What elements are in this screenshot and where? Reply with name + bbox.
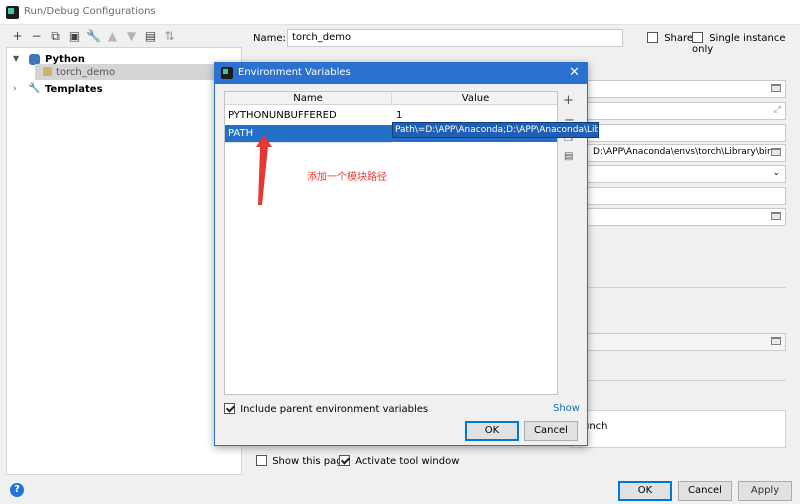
arrow-down-icon[interactable]: ▼ [122,29,141,43]
folder-icon[interactable] [771,84,781,92]
save-icon[interactable]: ▣ [65,29,84,43]
activate-option[interactable]: Activate tool window [339,455,459,467]
include-parent-checkbox[interactable] [224,403,235,414]
tree-config-label: torch_demo [56,67,116,78]
name-label: Name: [253,33,286,44]
add-icon[interactable]: + [563,93,574,108]
wrench-icon: 🔧 [28,83,41,94]
interpreter-options-field[interactable] [570,187,786,205]
single-instance-checkbox[interactable] [692,32,703,43]
tree-templates-label: Templates [45,84,103,95]
help-icon[interactable]: ? [10,483,24,497]
share-label: Share [664,32,694,44]
show-page-checkbox[interactable] [256,455,267,466]
activate-checkbox[interactable] [339,455,350,466]
chevron-right-icon[interactable]: › [13,84,17,94]
interpreter-path-value: D:\APP\Anaconda\envs\torch\Library\bin; [593,147,776,157]
interpreter-select[interactable]: ⌄ [570,165,786,183]
dialog-title-bar: Environment Variables ✕ [215,63,587,84]
name-input[interactable]: torch_demo [287,29,623,47]
sort-icon[interactable]: ⇅ [160,29,179,43]
copy-icon[interactable]: ⧉ [46,29,65,44]
chevron-down-icon[interactable]: ▼ [13,54,19,63]
paste-icon[interactable]: ▤ [564,151,573,162]
before-launch-list[interactable]: unch [570,410,786,448]
annotation-arrow [256,135,272,205]
share-option[interactable]: Share [647,32,693,44]
dialog-cancel-button[interactable]: Cancel [524,421,578,441]
single-instance-label: Single instance only [692,32,786,55]
section-divider [570,380,786,381]
folder-icon[interactable] [771,337,781,345]
interpreter-path-field[interactable]: D:\APP\Anaconda\envs\torch\Library\bin; [570,144,786,162]
env-vars-field[interactable] [570,124,786,142]
wrench-icon[interactable]: 🔧 [84,29,103,43]
app-icon [221,67,233,79]
run-debug-window: Run/Debug Configurations + − ⧉ ▣ 🔧 ▲ ▼ ▤ ⇅ ▼ Pyt… [0,0,800,504]
close-icon[interactable]: ✕ [569,65,580,80]
row-name: PYTHONUNBUFFERED [228,110,337,121]
dialog-title: Environment Variables [238,67,351,78]
dialog-ok-button[interactable]: OK [465,421,519,441]
docker-field[interactable] [570,333,786,351]
row-value: 1 [396,110,403,121]
config-toolbar: + − ⧉ ▣ 🔧 ▲ ▼ ▤ ⇅ [8,29,188,47]
script-path-field[interactable] [570,80,786,98]
annotation-text: 添加一个模块路径 [307,172,387,183]
share-checkbox[interactable] [647,32,658,43]
include-parent-option[interactable]: Include parent environment variables [224,403,428,415]
column-header-value[interactable]: Value [392,93,557,104]
arrow-up-icon[interactable]: ▲ [103,29,122,43]
working-dir-field[interactable] [570,208,786,226]
window-title-bar: Run/Debug Configurations [0,0,800,25]
name-input-value: torch_demo [292,32,352,43]
single-instance-option[interactable]: Single instance only [692,32,800,55]
plus-icon[interactable]: + [8,29,27,43]
show-page-option[interactable]: Show this page [256,455,349,467]
folder-icon[interactable] [771,148,781,156]
include-parent-label: Include parent environment variables [240,403,429,415]
python-file-icon [43,67,52,76]
column-header-name[interactable]: Name [225,93,392,104]
apply-button[interactable]: Apply [738,481,792,501]
env-vars-dialog: Environment Variables ✕ Name Value PYTHO… [214,62,599,446]
tree-node-templates[interactable]: › 🔧 Templates [11,82,231,98]
chevron-down-icon[interactable]: ⌄ [772,168,780,178]
activate-label: Activate tool window [355,455,460,467]
remove-icon[interactable]: − [564,113,575,128]
folder-icon[interactable] [771,212,781,220]
table-header: Name Value [225,92,557,105]
copy-icon[interactable]: ❐ [564,133,573,144]
minus-icon[interactable]: − [27,29,46,43]
app-icon [6,6,19,19]
config-tree: ▼ Python torch_demo › 🔧 Templates [6,47,242,475]
tree-node-torch-demo[interactable]: torch_demo [35,64,241,80]
window-title: Run/Debug Configurations [24,6,156,17]
section-divider [570,287,786,288]
show-link[interactable]: Show [553,403,580,414]
parameters-field[interactable]: ⤢ [570,102,786,120]
expand-icon[interactable]: ⤢ [774,105,781,115]
folder-icon[interactable]: ▤ [141,29,160,43]
show-page-label: Show this page [272,455,349,467]
ok-button[interactable]: OK [618,481,672,501]
cancel-button[interactable]: Cancel [678,481,732,501]
